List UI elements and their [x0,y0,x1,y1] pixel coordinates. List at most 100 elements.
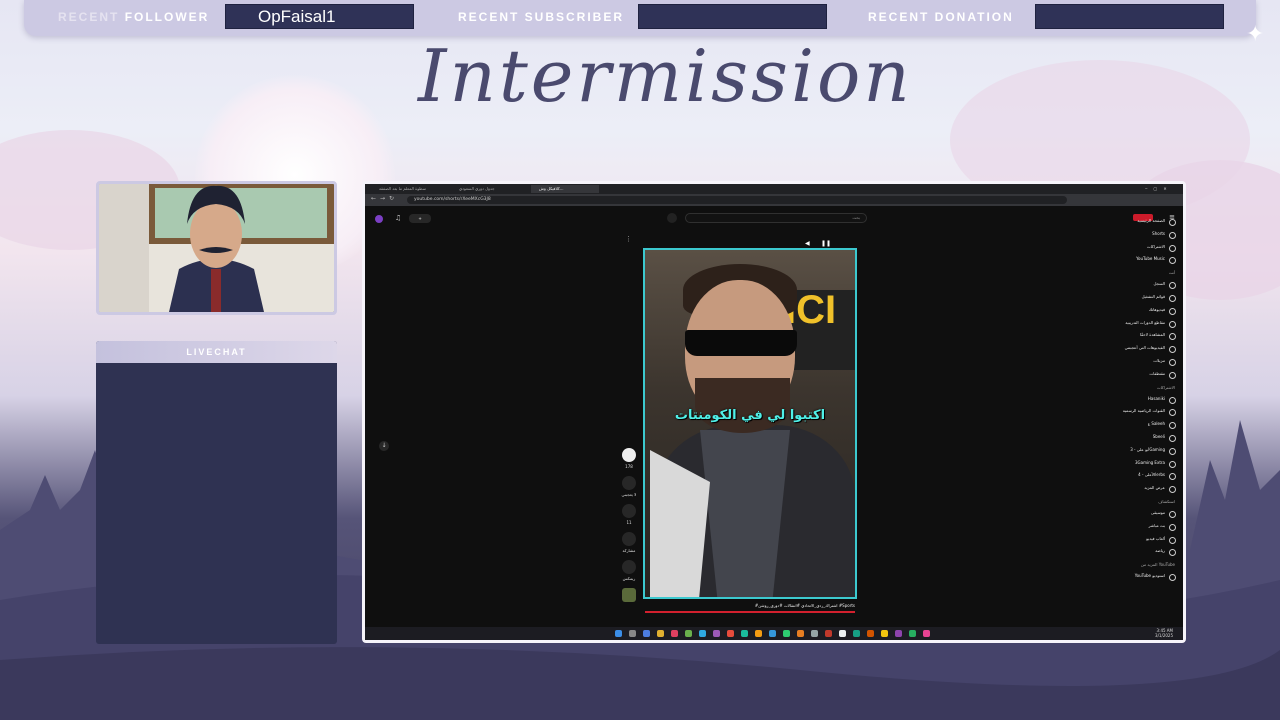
app-icon[interactable] [923,630,930,637]
sidebar-section-more: المزيد من YouTube [1140,562,1175,568]
browser-tab-strip: سطوة المعلم ما بعد الصفقة جدول دوري السع… [365,184,1183,194]
bell-icon[interactable]: ♫ [395,214,401,222]
new-tab-button[interactable]: + [605,185,613,193]
browser-window: سطوة المعلم ما بعد الصفقة جدول دوري السع… [365,184,1183,640]
app-icon[interactable] [825,630,832,637]
app-icon[interactable] [839,630,846,637]
sidebar-item-sports[interactable]: رياضة [1107,546,1179,559]
sidebar-item-channel[interactable]: ع Saleeh [1107,419,1179,432]
sidebar-item-history[interactable]: السجل [1107,279,1179,292]
recent-donation-label: RECENT DONATION [868,10,1014,24]
app-icon[interactable] [881,630,888,637]
folder-icon[interactable] [657,630,664,637]
stream-alerts-bar: RECENT FOLLOWER OpFaisal1 RECENT SUBSCRI… [24,0,1256,36]
sidebar-item-channel[interactable]: Hasaniki [1107,394,1179,407]
browser-tab[interactable]: سطوة المعلم ما بعد الصفقة [371,185,449,193]
app-icon[interactable] [909,630,916,637]
video-figure-beard [695,378,790,433]
remix-icon[interactable] [622,560,636,574]
app-icon[interactable] [867,630,874,637]
start-icon[interactable] [615,630,622,637]
avatar[interactable] [375,215,383,223]
recent-follower-box: OpFaisal1 [225,4,414,29]
app-icon[interactable] [755,630,762,637]
more-options-icon[interactable]: ⋮ [625,235,632,243]
sidebar-item-music[interactable]: موسيقى [1107,508,1179,521]
search-icon[interactable] [629,630,636,637]
livechat-panel: LIVECHAT [96,341,337,644]
video-title: #اشتراك_ردي_الاتحادي #انتقالات #دوري_روش… [754,603,855,608]
webcam-frame [96,181,337,315]
youtube-sidebar: الصفحة الرئيسية Shorts الاشتراكات YouTub… [1107,216,1179,584]
sidebar-item-live[interactable]: بث مباشر [1107,521,1179,534]
sidebar-item-channel[interactable]: القنوات الرياضية الرسمية [1107,406,1179,419]
progress-bar[interactable] [645,611,855,613]
app-icon[interactable] [643,630,650,637]
share-icon[interactable] [622,532,636,546]
app-icon[interactable] [727,630,734,637]
recent-follower-label: RECENT FOLLOWER [58,10,210,24]
sidebar-item-show-more[interactable]: عرض المزيد [1107,483,1179,496]
sidebar-item-youtube-music[interactable]: YouTube Music [1107,254,1179,267]
sidebar-section-subscriptions: الاشتراكات [1156,384,1175,390]
anime-character-image [99,184,334,312]
browser-tab-active[interactable]: كلافيكل وش... [531,185,599,193]
sidebar-section-you[interactable]: أنت [1107,267,1179,279]
recent-subscriber-box [638,4,827,29]
video-caption: اكتبوا لي في الكومنتات [674,408,826,423]
windows-taskbar: 3:45 AM 3/1/2025 [365,627,1183,640]
sidebar-item-your-videos[interactable]: فيديوهاتك [1107,305,1179,318]
volume-icon[interactable]: ◀ [805,240,810,247]
app-icon[interactable] [783,630,790,637]
app-icon[interactable] [769,630,776,637]
scroll-down-icon[interactable]: ↓ [379,441,389,451]
sidebar-item-downloads[interactable]: تنزيلات [1107,356,1179,369]
sidebar-item-studio[interactable]: YouTube استوديو [1107,571,1179,584]
sidebar-item-watch-later[interactable]: المشاهدة لاحقًا [1107,330,1179,343]
page-title: Intermission [418,34,913,118]
app-icon[interactable] [699,630,706,637]
sidebar-item-clips[interactable]: مقتطفات [1107,369,1179,382]
like-icon[interactable] [622,448,636,462]
mic-icon[interactable] [667,213,677,223]
app-icon[interactable] [671,630,678,637]
comment-icon[interactable] [622,504,636,518]
system-clock[interactable]: 3:45 AM 3/1/2025 [1155,628,1173,638]
dislike-icon[interactable] [622,476,636,490]
window-controls[interactable]: ‒▢✕ [1137,185,1177,193]
app-icon[interactable] [895,630,902,637]
sparkle-icon: ✦ [1246,22,1265,47]
create-button[interactable]: + [409,214,431,223]
browser-tab[interactable]: جدول دوري السعودي [451,185,529,193]
screen-capture-frame: سطوة المعلم ما بعد الصفقة جدول دوري السع… [362,181,1186,643]
sidebar-item-home[interactable]: الصفحة الرئيسية [1107,216,1179,229]
recent-donation-box [1035,4,1224,29]
sidebar-section-explore: استكشاف [1158,498,1175,504]
sidebar-item-channel[interactable]: أبو علي - 3Gaming [1107,445,1179,458]
sidebar-item-playlists[interactable]: قوائم التشغيل [1107,292,1179,305]
sidebar-item-channel[interactable]: 3Gaming Extra [1107,458,1179,471]
sidebar-item-gaming[interactable]: ألعاب فيديو [1107,534,1179,547]
search-input[interactable]: بحث [685,213,867,223]
channel-avatar[interactable] [622,588,636,602]
share-label: مشاركة [622,548,636,553]
sidebar-item-shorts[interactable]: Shorts [1107,229,1179,242]
address-bar[interactable]: youtube.com/shorts/rXeeMXcG3J8 [407,196,1067,204]
app-icon[interactable] [685,630,692,637]
app-icon[interactable] [811,630,818,637]
app-icon[interactable] [853,630,860,637]
sidebar-item-courses[interactable]: مقاطع الدورات التدريبية [1107,318,1179,331]
sidebar-item-subscriptions[interactable]: الاشتراكات [1107,242,1179,255]
nav-arrows-icon[interactable]: ←→↻ [371,195,398,202]
app-icon[interactable] [797,630,804,637]
sidebar-item-channel[interactable]: الأعلى - 4lerbs [1107,470,1179,483]
app-icon[interactable] [713,630,720,637]
sidebar-item-channel[interactable]: Sbeeli [1107,432,1179,445]
livechat-header: LIVECHAT [96,341,337,363]
sidebar-item-liked-videos[interactable]: الفيديوهات التي أعجبتني [1107,343,1179,356]
pause-icon[interactable]: ❚❚ [821,240,831,247]
dislike-label: لا يعجبني [621,492,637,497]
recent-subscriber-label: RECENT SUBSCRIBER [458,10,625,24]
app-icon[interactable] [741,630,748,637]
short-video-player[interactable]: ICI اكتبوا لي في الكومنتات [643,248,857,599]
